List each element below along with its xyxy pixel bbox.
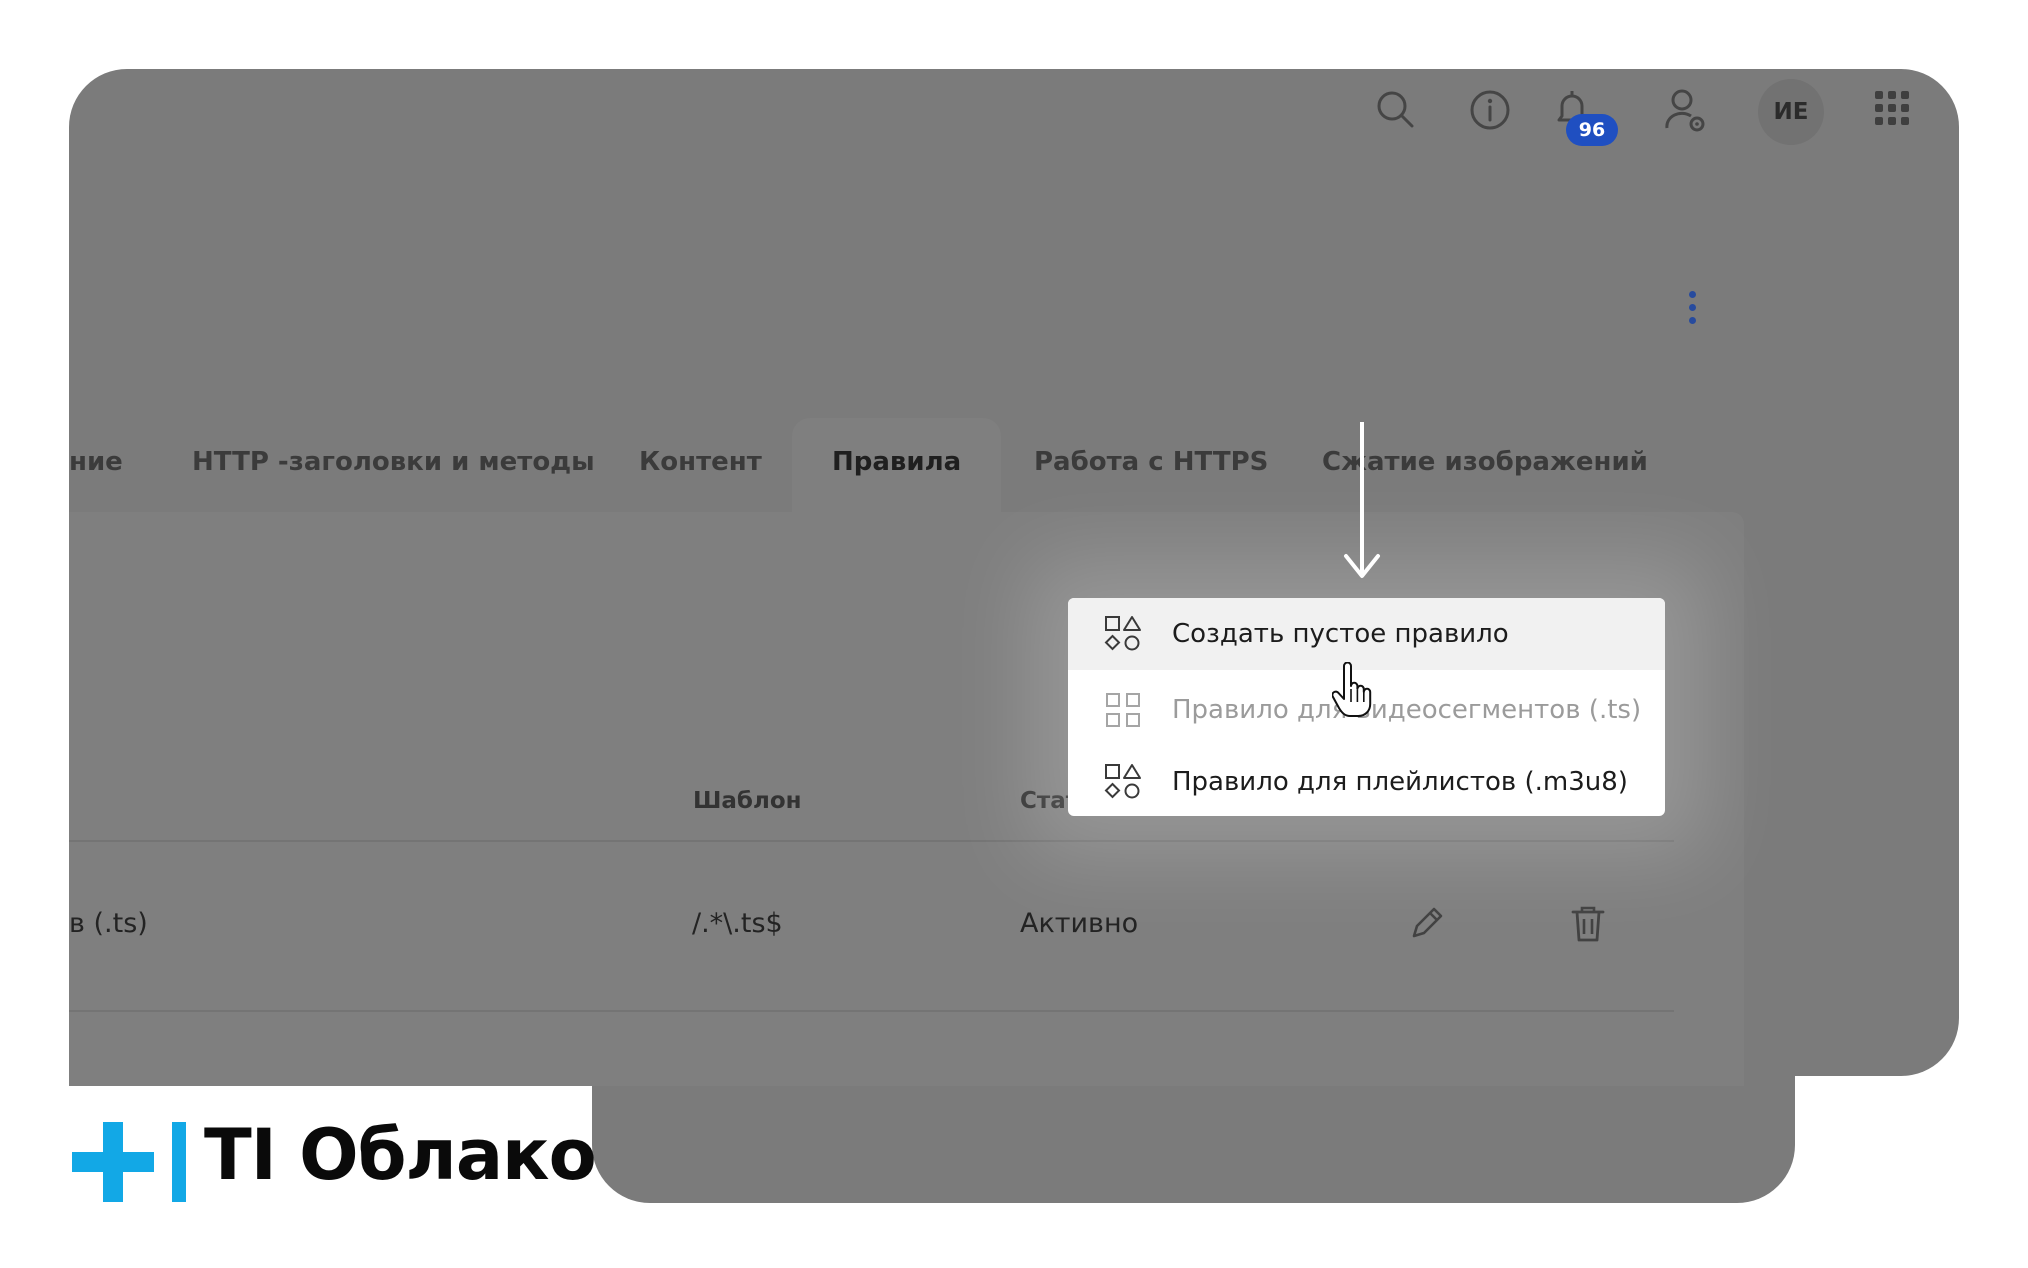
notifications-badge: 96 xyxy=(1566,114,1618,146)
shapes-icon xyxy=(1104,616,1141,651)
column-header-template: Шаблон xyxy=(693,788,802,814)
screenshot-stage: 96 ИЕ ние HTTP -заголовки и методы Конте… xyxy=(0,0,2028,1268)
tab-http-headers[interactable]: HTTP -заголовки и методы xyxy=(192,418,595,514)
search-icon[interactable] xyxy=(1374,88,1416,130)
menu-item-m3u8-rule[interactable]: Правило для плейлистов (.m3u8) xyxy=(1068,746,1665,816)
tab-https[interactable]: Работа с HTTPS xyxy=(1034,418,1268,514)
grid-icon xyxy=(1106,693,1140,727)
menu-item-label: Создать пустое правило xyxy=(1172,619,1509,649)
tab-content[interactable]: Контент xyxy=(639,418,762,514)
user-settings-icon[interactable] xyxy=(1664,88,1708,134)
apps-grid-icon[interactable] xyxy=(1874,90,1910,126)
kebab-dot xyxy=(1688,304,1696,311)
kebab-dot xyxy=(1688,317,1696,324)
tab-rules[interactable]: Правила xyxy=(792,418,1002,514)
tab-partial[interactable]: ние xyxy=(69,418,123,514)
frame-notch-right xyxy=(1795,1076,2028,1268)
rule-status-cell: Активно xyxy=(1020,908,1139,939)
menu-item-empty-rule[interactable]: Создать пустое правило xyxy=(1068,598,1665,670)
menu-item-label: Правило для плейлистов (.m3u8) xyxy=(1172,767,1628,797)
table-row-divider xyxy=(69,1010,1674,1012)
info-icon[interactable] xyxy=(1468,88,1512,132)
delete-icon[interactable] xyxy=(1570,904,1606,944)
kebab-dot xyxy=(1688,291,1696,298)
shapes-icon xyxy=(1104,764,1141,799)
rule-name-cell: в (.ts) xyxy=(69,908,148,939)
table-header-divider xyxy=(69,840,1674,842)
more-actions-button[interactable] xyxy=(1685,291,1699,331)
user-avatar[interactable]: ИЕ xyxy=(1758,79,1824,145)
hand-cursor-icon xyxy=(1332,662,1372,717)
annotation-arrow-icon xyxy=(1344,422,1380,578)
edit-icon[interactable] xyxy=(1406,904,1446,944)
brand-name: TI Облако xyxy=(204,1114,597,1196)
rule-template-cell: /.*\.ts$ xyxy=(692,908,783,939)
menu-item-label: Правило для видеосегментов (.ts) xyxy=(1172,695,1642,725)
